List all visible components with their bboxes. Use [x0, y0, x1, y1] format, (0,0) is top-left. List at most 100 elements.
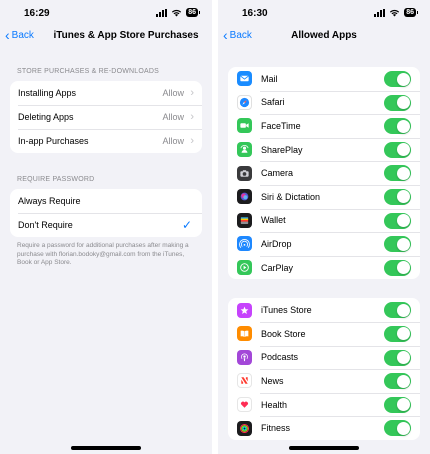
app-label: Health	[261, 399, 288, 410]
app-row-airdrop: AirDrop	[228, 232, 420, 256]
chevron-left-icon: ‹	[5, 26, 10, 43]
battery-icon: 86	[186, 8, 200, 17]
app-row-carplay: CarPlay	[228, 255, 420, 280]
app-row-camera: Camera	[228, 161, 420, 185]
app-label: Safari	[261, 97, 285, 108]
wifi-icon	[390, 9, 400, 17]
toggle-knob	[396, 261, 410, 275]
nav-bar: ‹ Back iTunes & App Store Purchases	[0, 24, 212, 50]
facetime-toggle[interactable]	[384, 118, 411, 135]
app-label: AirDrop	[261, 238, 292, 249]
screenshot-frame: 16:29 86 ‹ Back iTunes & App Store Purcha…	[0, 0, 430, 454]
row-dont-require[interactable]: Don't Require ✓	[10, 213, 202, 237]
facetime-icon	[237, 118, 252, 134]
podcasts-toggle[interactable]	[384, 349, 411, 366]
toggle-knob	[396, 303, 410, 317]
app-label: Podcasts	[261, 352, 299, 363]
status-time: 16:30	[242, 8, 268, 19]
row-value: Allow	[162, 112, 184, 122]
wallet-toggle[interactable]	[384, 212, 411, 229]
home-indicator	[71, 446, 141, 450]
book-store-toggle[interactable]	[384, 325, 411, 342]
chevron-right-icon: ›	[190, 111, 194, 123]
require-password-footer: Require a password for additional purcha…	[17, 242, 189, 266]
toggle-knob	[396, 166, 410, 180]
wallet-icon	[237, 212, 252, 228]
app-label: Book Store	[261, 328, 306, 339]
toggle-knob	[396, 374, 410, 388]
app-label: SharePlay	[261, 144, 303, 155]
toggle-knob	[396, 72, 410, 86]
apps-group-system: Mail Safari FaceTime SharePlay Camera Si…	[228, 67, 420, 280]
toggle-knob	[396, 96, 410, 110]
row-label: Deleting Apps	[18, 112, 74, 122]
wifi-icon	[172, 9, 182, 17]
safari-toggle[interactable]	[384, 94, 411, 111]
status-bar: 16:30 86	[218, 0, 430, 24]
mail-toggle[interactable]	[384, 71, 411, 87]
app-label: Siri & Dictation	[261, 191, 321, 202]
itunes-store-toggle[interactable]	[384, 302, 411, 319]
home-indicator	[289, 446, 359, 450]
carplay-icon	[237, 260, 252, 276]
status-time: 16:29	[24, 8, 50, 19]
row-value: Allow	[162, 88, 184, 98]
health-icon	[237, 397, 252, 413]
app-row-book-store: Book Store	[228, 321, 420, 346]
toggle-knob	[396, 327, 410, 341]
app-row-wallet: Wallet	[228, 208, 420, 233]
row-value: Allow	[162, 136, 184, 146]
siri-icon	[237, 189, 252, 205]
app-row-itunes-store: iTunes Store	[228, 298, 420, 322]
checkmark-icon: ✓	[181, 218, 192, 232]
back-button[interactable]: ‹ Back	[5, 26, 34, 43]
app-row-siri: Siri & Dictation	[228, 184, 420, 209]
safari-icon	[237, 94, 252, 110]
fitness-toggle[interactable]	[384, 420, 411, 437]
siri-toggle[interactable]	[384, 188, 411, 205]
carplay-toggle[interactable]	[384, 259, 411, 276]
toggle-knob	[396, 143, 410, 157]
section-header-require-password: REQUIRE PASSWORD	[17, 176, 95, 183]
page-title: Allowed Apps	[291, 30, 357, 41]
app-label: Camera	[261, 168, 294, 179]
news-toggle[interactable]	[384, 373, 411, 390]
health-toggle[interactable]	[384, 396, 411, 413]
toggle-knob	[396, 351, 410, 365]
row-installing-apps[interactable]: Installing Apps Allow ›	[10, 81, 202, 105]
toggle-knob	[396, 398, 410, 412]
row-label: Don't Require	[18, 220, 73, 230]
page-title: iTunes & App Store Purchases	[53, 30, 199, 41]
app-label: CarPlay	[261, 262, 294, 273]
apps-group-media: iTunes Store Book Store Podcasts News He	[228, 298, 420, 440]
row-label: Always Require	[18, 196, 81, 206]
camera-icon	[237, 165, 252, 181]
chevron-right-icon: ›	[190, 87, 194, 99]
app-label: Mail	[261, 73, 278, 84]
itunes-store-icon	[237, 302, 252, 318]
app-label: News	[261, 375, 284, 386]
section-header-store-purchases: STORE PURCHASES & RE-DOWNLOADS	[17, 68, 160, 75]
app-row-fitness: Fitness	[228, 416, 420, 440]
camera-toggle[interactable]	[384, 165, 411, 182]
app-row-safari: Safari	[228, 90, 420, 115]
toggle-knob	[396, 119, 410, 133]
status-icons: 86	[156, 8, 200, 17]
nav-bar: ‹ Back Allowed Apps	[218, 24, 430, 50]
allowed-apps-screen: 16:30 86 ‹Back Allowed Apps Mail Safari	[218, 0, 430, 454]
airdrop-toggle[interactable]	[384, 236, 411, 253]
app-label: iTunes Store	[261, 305, 312, 316]
status-bar: 16:29 86	[0, 0, 212, 24]
signal-icon	[374, 8, 386, 17]
shareplay-toggle[interactable]	[384, 141, 411, 158]
row-deleting-apps[interactable]: Deleting Apps Allow ›	[10, 105, 202, 129]
app-row-shareplay: SharePlay	[228, 137, 420, 162]
row-always-require[interactable]: Always Require	[10, 189, 202, 213]
toggle-knob	[396, 237, 410, 251]
app-row-health: Health	[228, 392, 420, 417]
app-row-facetime: FaceTime	[228, 114, 420, 138]
row-in-app-purchases[interactable]: In-app Purchases Allow ›	[10, 129, 202, 153]
store-purchases-group: Installing Apps Allow › Deleting Apps Al…	[10, 81, 202, 153]
chevron-right-icon: ›	[190, 135, 194, 147]
app-row-podcasts: Podcasts	[228, 345, 420, 370]
